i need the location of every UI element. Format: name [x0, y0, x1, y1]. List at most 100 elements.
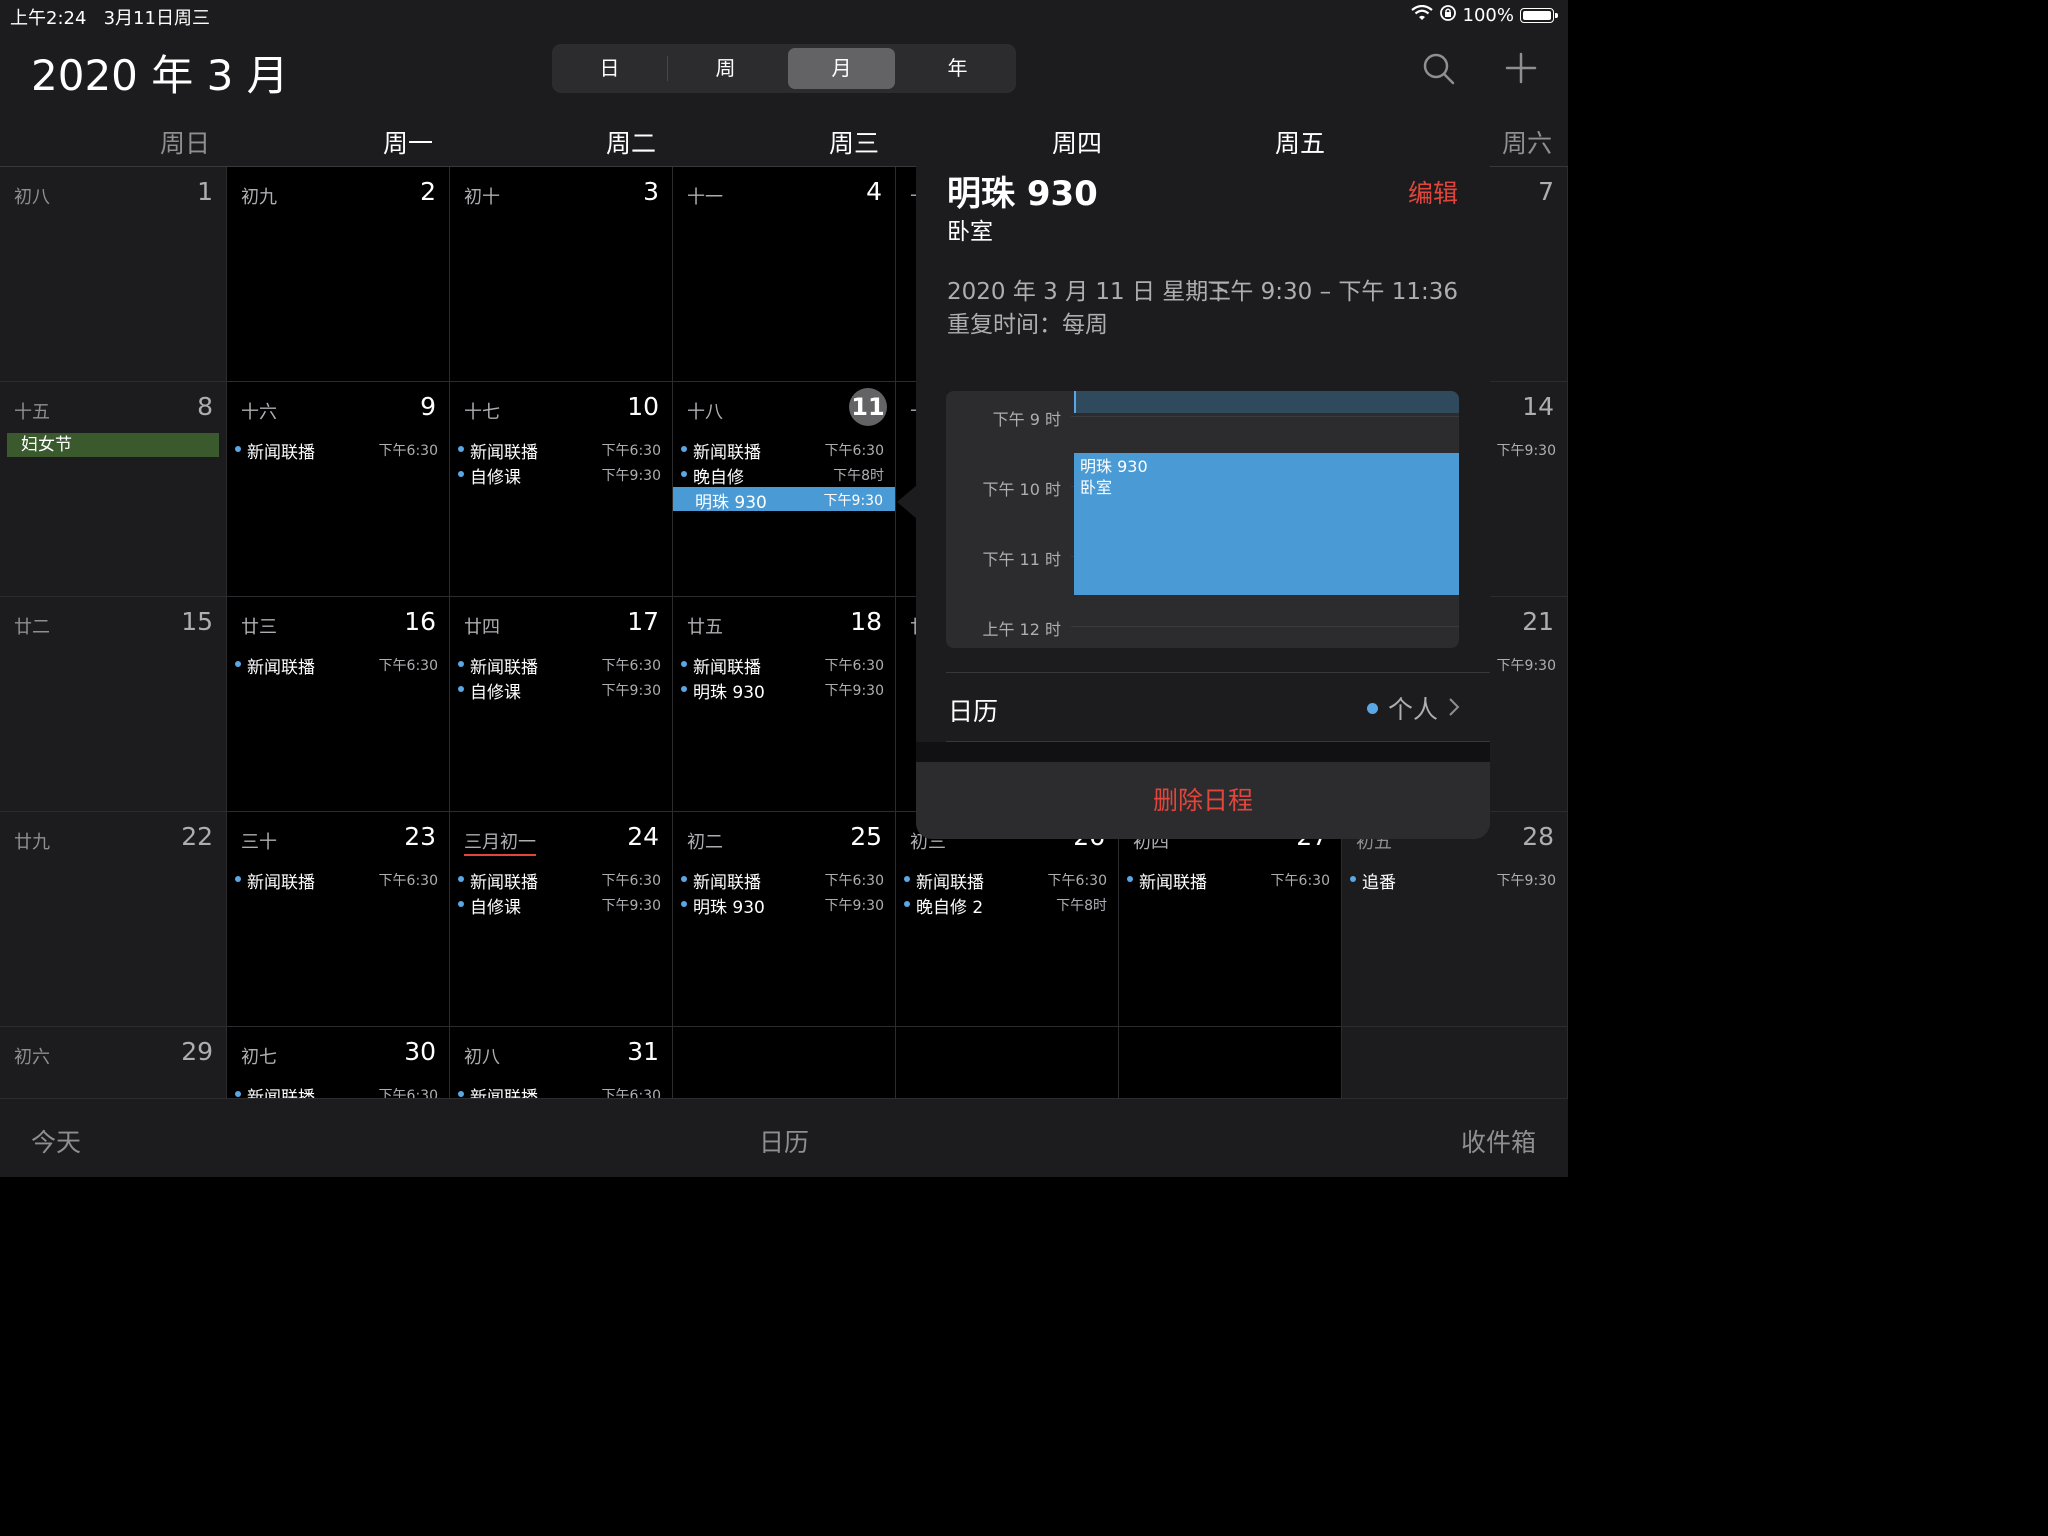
- day-cell[interactable]: 廿四 17 新闻联播 下午6:30 自修课 下午9:30: [450, 597, 673, 812]
- hour-label: 下午 10 时: [982, 480, 1061, 499]
- event-item[interactable]: 新闻联播 下午6:30: [458, 437, 661, 463]
- event-time: 下午9:30: [824, 683, 884, 699]
- day-number: 30: [404, 1037, 436, 1066]
- event-item[interactable]: 晚自修 2 下午8时: [904, 892, 1107, 918]
- hour-line: [1071, 626, 1459, 627]
- event-item[interactable]: 新闻联播 下午6:30: [235, 437, 438, 463]
- segment-day[interactable]: 日: [556, 48, 663, 89]
- day-cell[interactable]: [673, 1027, 896, 1098]
- hour-line: [1071, 416, 1459, 417]
- segment-month[interactable]: 月: [788, 48, 895, 89]
- day-cell[interactable]: [1342, 1027, 1568, 1098]
- event-item[interactable]: 新闻联播 下午6:30: [458, 867, 661, 893]
- calendar-color-dot: [458, 661, 464, 667]
- event-name: 新闻联播: [247, 873, 315, 893]
- search-icon[interactable]: [1422, 52, 1456, 90]
- event-item[interactable]: 自修课 下午9:30: [458, 892, 661, 918]
- lunar-date: 初九: [241, 187, 277, 208]
- day-cell[interactable]: 十七 10 新闻联播 下午6:30 自修课 下午9:30: [450, 382, 673, 597]
- inbox-button[interactable]: 收件箱: [1461, 1123, 1536, 1159]
- all-day-event[interactable]: 妇女节: [7, 433, 219, 457]
- event-item[interactable]: 明珠 930 下午9:30: [681, 892, 884, 918]
- event-item[interactable]: 新闻联播 下午6:30: [235, 1082, 438, 1098]
- event-time: 下午6:30: [601, 873, 661, 889]
- day-number: 23: [404, 822, 436, 851]
- event-item[interactable]: 新闻联播 下午6:30: [458, 1082, 661, 1098]
- weekday-label: 周日: [159, 129, 210, 158]
- event-item[interactable]: 新闻联播 下午6:30: [458, 652, 661, 678]
- event-item[interactable]: 追番 下午9:30: [1350, 867, 1556, 893]
- day-cell[interactable]: 三月初一 24 新闻联播 下午6:30 自修课 下午9:30: [450, 812, 673, 1027]
- hour-label: 下午 11 时: [982, 550, 1061, 569]
- event-name: 新闻联播: [470, 658, 538, 678]
- day-cell[interactable]: 廿五 18 新闻联播 下午6:30 明珠 930 下午9:30: [673, 597, 896, 812]
- event-item[interactable]: 新闻联播 下午6:30: [681, 867, 884, 893]
- event-name: 追番: [1362, 873, 1396, 893]
- event-time: 下午8时: [833, 468, 884, 484]
- day-cell[interactable]: 初三26新闻联播下午6:30晚自修 2下午8时: [896, 812, 1119, 1027]
- day-number: 10: [627, 392, 659, 421]
- today-button[interactable]: 今天: [31, 1123, 81, 1159]
- day-cell[interactable]: 十六 9 新闻联播 下午6:30: [227, 382, 450, 597]
- status-date: 3月11日周三: [103, 8, 210, 29]
- event-item[interactable]: 新闻联播 下午6:30: [235, 652, 438, 678]
- event-name: 自修课: [470, 683, 521, 703]
- calendar-selector[interactable]: 个人: [1366, 690, 1460, 726]
- day-cell[interactable]: 初九 2: [227, 167, 450, 382]
- lunar-date: 三月初一: [464, 828, 536, 856]
- hour-label: 上午 12 时: [982, 620, 1061, 639]
- day-cell[interactable]: 十一 4: [673, 167, 896, 382]
- hour-label: 下午 9 时: [992, 410, 1061, 429]
- event-name: 晚自修 2: [916, 898, 984, 918]
- event-item[interactable]: 晚自修 下午8时: [681, 462, 884, 488]
- selected-event[interactable]: 明珠 930 下午9:30: [673, 487, 895, 513]
- day-cell[interactable]: 初四27新闻联播下午6:30: [1119, 812, 1342, 1027]
- edit-button[interactable]: 编辑: [1408, 174, 1458, 210]
- segment-year[interactable]: 年: [904, 48, 1011, 89]
- event-item[interactable]: 明珠 930 下午9:30: [681, 677, 884, 703]
- calendar-color-dot: [681, 876, 687, 882]
- event-item[interactable]: 新闻联播 下午6:30: [904, 867, 1107, 893]
- delete-event-button[interactable]: 删除日程: [916, 762, 1490, 839]
- weekday-label: 周三: [828, 129, 879, 158]
- calendars-button[interactable]: 日历: [759, 1123, 809, 1159]
- event-name: 新闻联播: [247, 1088, 315, 1098]
- day-cell[interactable]: 廿二 15: [0, 597, 227, 812]
- day-cell[interactable]: [1119, 1027, 1342, 1098]
- event-item[interactable]: 新闻联播 下午6:30: [235, 867, 438, 893]
- event-item[interactable]: 新闻联播 下午6:30: [681, 437, 884, 463]
- lunar-date: 初八: [14, 187, 50, 208]
- day-cell[interactable]: 十五 8 妇女节: [0, 382, 227, 597]
- event-item[interactable]: 自修课 下午9:30: [458, 677, 661, 703]
- day-cell[interactable]: 初十 3: [450, 167, 673, 382]
- add-icon[interactable]: [1505, 52, 1537, 88]
- event-name: 新闻联播: [693, 658, 761, 678]
- lunar-date: 初六: [14, 1047, 50, 1068]
- day-cell[interactable]: 初六 29: [0, 1027, 227, 1098]
- event-location: 卧室: [947, 219, 993, 245]
- day-cell[interactable]: 初二 25 新闻联播 下午6:30 明珠 930 下午9:30: [673, 812, 896, 1027]
- event-time-range: 下午 9:30 – 下午 11:36: [1207, 279, 1458, 305]
- day-cell[interactable]: 初七 30 新闻联播 下午6:30: [227, 1027, 450, 1098]
- previous-event-block: [1074, 391, 1459, 413]
- day-cell[interactable]: 初八 1: [0, 167, 227, 382]
- event-time: 下午6:30: [824, 873, 884, 889]
- event-title: 明珠 930: [947, 174, 1098, 214]
- segment-week[interactable]: 周: [672, 48, 779, 89]
- calendar-color-dot: [681, 901, 687, 907]
- day-cell[interactable]: 三十 23 新闻联播 下午6:30: [227, 812, 450, 1027]
- day-cell[interactable]: 初五 28 追番 下午9:30: [1342, 812, 1568, 1027]
- day-cell[interactable]: 十八 11 新闻联播 下午6:30 晚自修 下午8时 明珠 930 下午9:30: [673, 382, 896, 597]
- day-number: 8: [197, 392, 213, 421]
- event-item[interactable]: 新闻联播 下午6:30: [1127, 867, 1330, 893]
- day-cell[interactable]: [896, 1027, 1119, 1098]
- day-cell[interactable]: 廿九 22: [0, 812, 227, 1027]
- view-segmented-control: 日 周 月 年: [552, 44, 1016, 93]
- day-cell[interactable]: 初八 31 新闻联播 下午6:30: [450, 1027, 673, 1098]
- event-item[interactable]: 自修课 下午9:30: [458, 462, 661, 488]
- day-timeline-preview: 下午 9 时 下午 10 时 下午 11 时 上午 12 时 明珠 930 卧室: [946, 391, 1459, 648]
- event-item[interactable]: 新闻联播 下午6:30: [681, 652, 884, 678]
- day-cell[interactable]: 廿三 16 新闻联播 下午6:30: [227, 597, 450, 812]
- lunar-date: 十一: [687, 187, 723, 208]
- calendar-color-dot: [235, 661, 241, 667]
